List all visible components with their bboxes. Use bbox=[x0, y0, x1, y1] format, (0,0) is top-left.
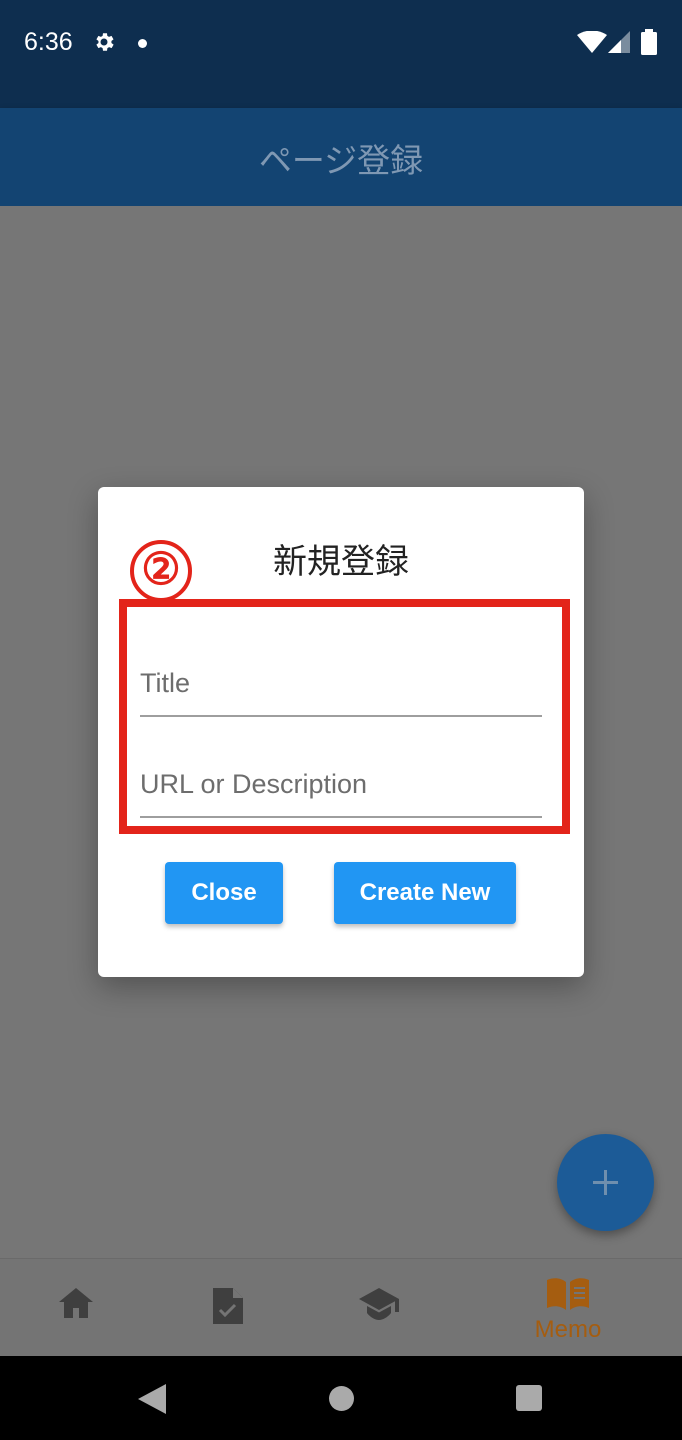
school-icon bbox=[359, 1288, 399, 1320]
title-input[interactable] bbox=[140, 657, 542, 715]
status-time: 6:36 bbox=[24, 28, 73, 56]
wifi-icon bbox=[577, 31, 607, 53]
title-field bbox=[140, 657, 542, 717]
dialog-title: 新規登録 bbox=[273, 542, 409, 582]
page-title: ページ登録 bbox=[258, 141, 424, 180]
add-fab-button[interactable] bbox=[557, 1134, 654, 1231]
nav-item-home[interactable] bbox=[40, 1258, 112, 1356]
nav-item-documents[interactable] bbox=[192, 1258, 264, 1356]
back-icon[interactable] bbox=[138, 1384, 166, 1414]
url-or-description-input[interactable] bbox=[140, 758, 542, 816]
cell-signal-icon bbox=[608, 31, 630, 53]
plus-icon bbox=[593, 1170, 618, 1195]
battery-icon bbox=[641, 29, 657, 55]
document-check-icon bbox=[213, 1288, 243, 1324]
create-new-button[interactable]: Create New bbox=[334, 862, 516, 924]
nav-item-memo[interactable]: Memo bbox=[518, 1258, 618, 1356]
dot-icon bbox=[138, 39, 147, 48]
recents-icon[interactable] bbox=[516, 1385, 542, 1411]
gear-icon bbox=[96, 33, 114, 51]
status-bar bbox=[0, 0, 682, 108]
close-button[interactable]: Close bbox=[165, 862, 283, 924]
book-icon bbox=[547, 1278, 589, 1310]
nav-item-learning[interactable] bbox=[343, 1258, 415, 1356]
home-circle-icon[interactable] bbox=[329, 1386, 354, 1411]
description-field bbox=[140, 758, 542, 818]
home-icon bbox=[59, 1288, 93, 1318]
annotation-number: ② bbox=[130, 540, 192, 602]
nav-item-label: Memo bbox=[534, 1316, 602, 1343]
